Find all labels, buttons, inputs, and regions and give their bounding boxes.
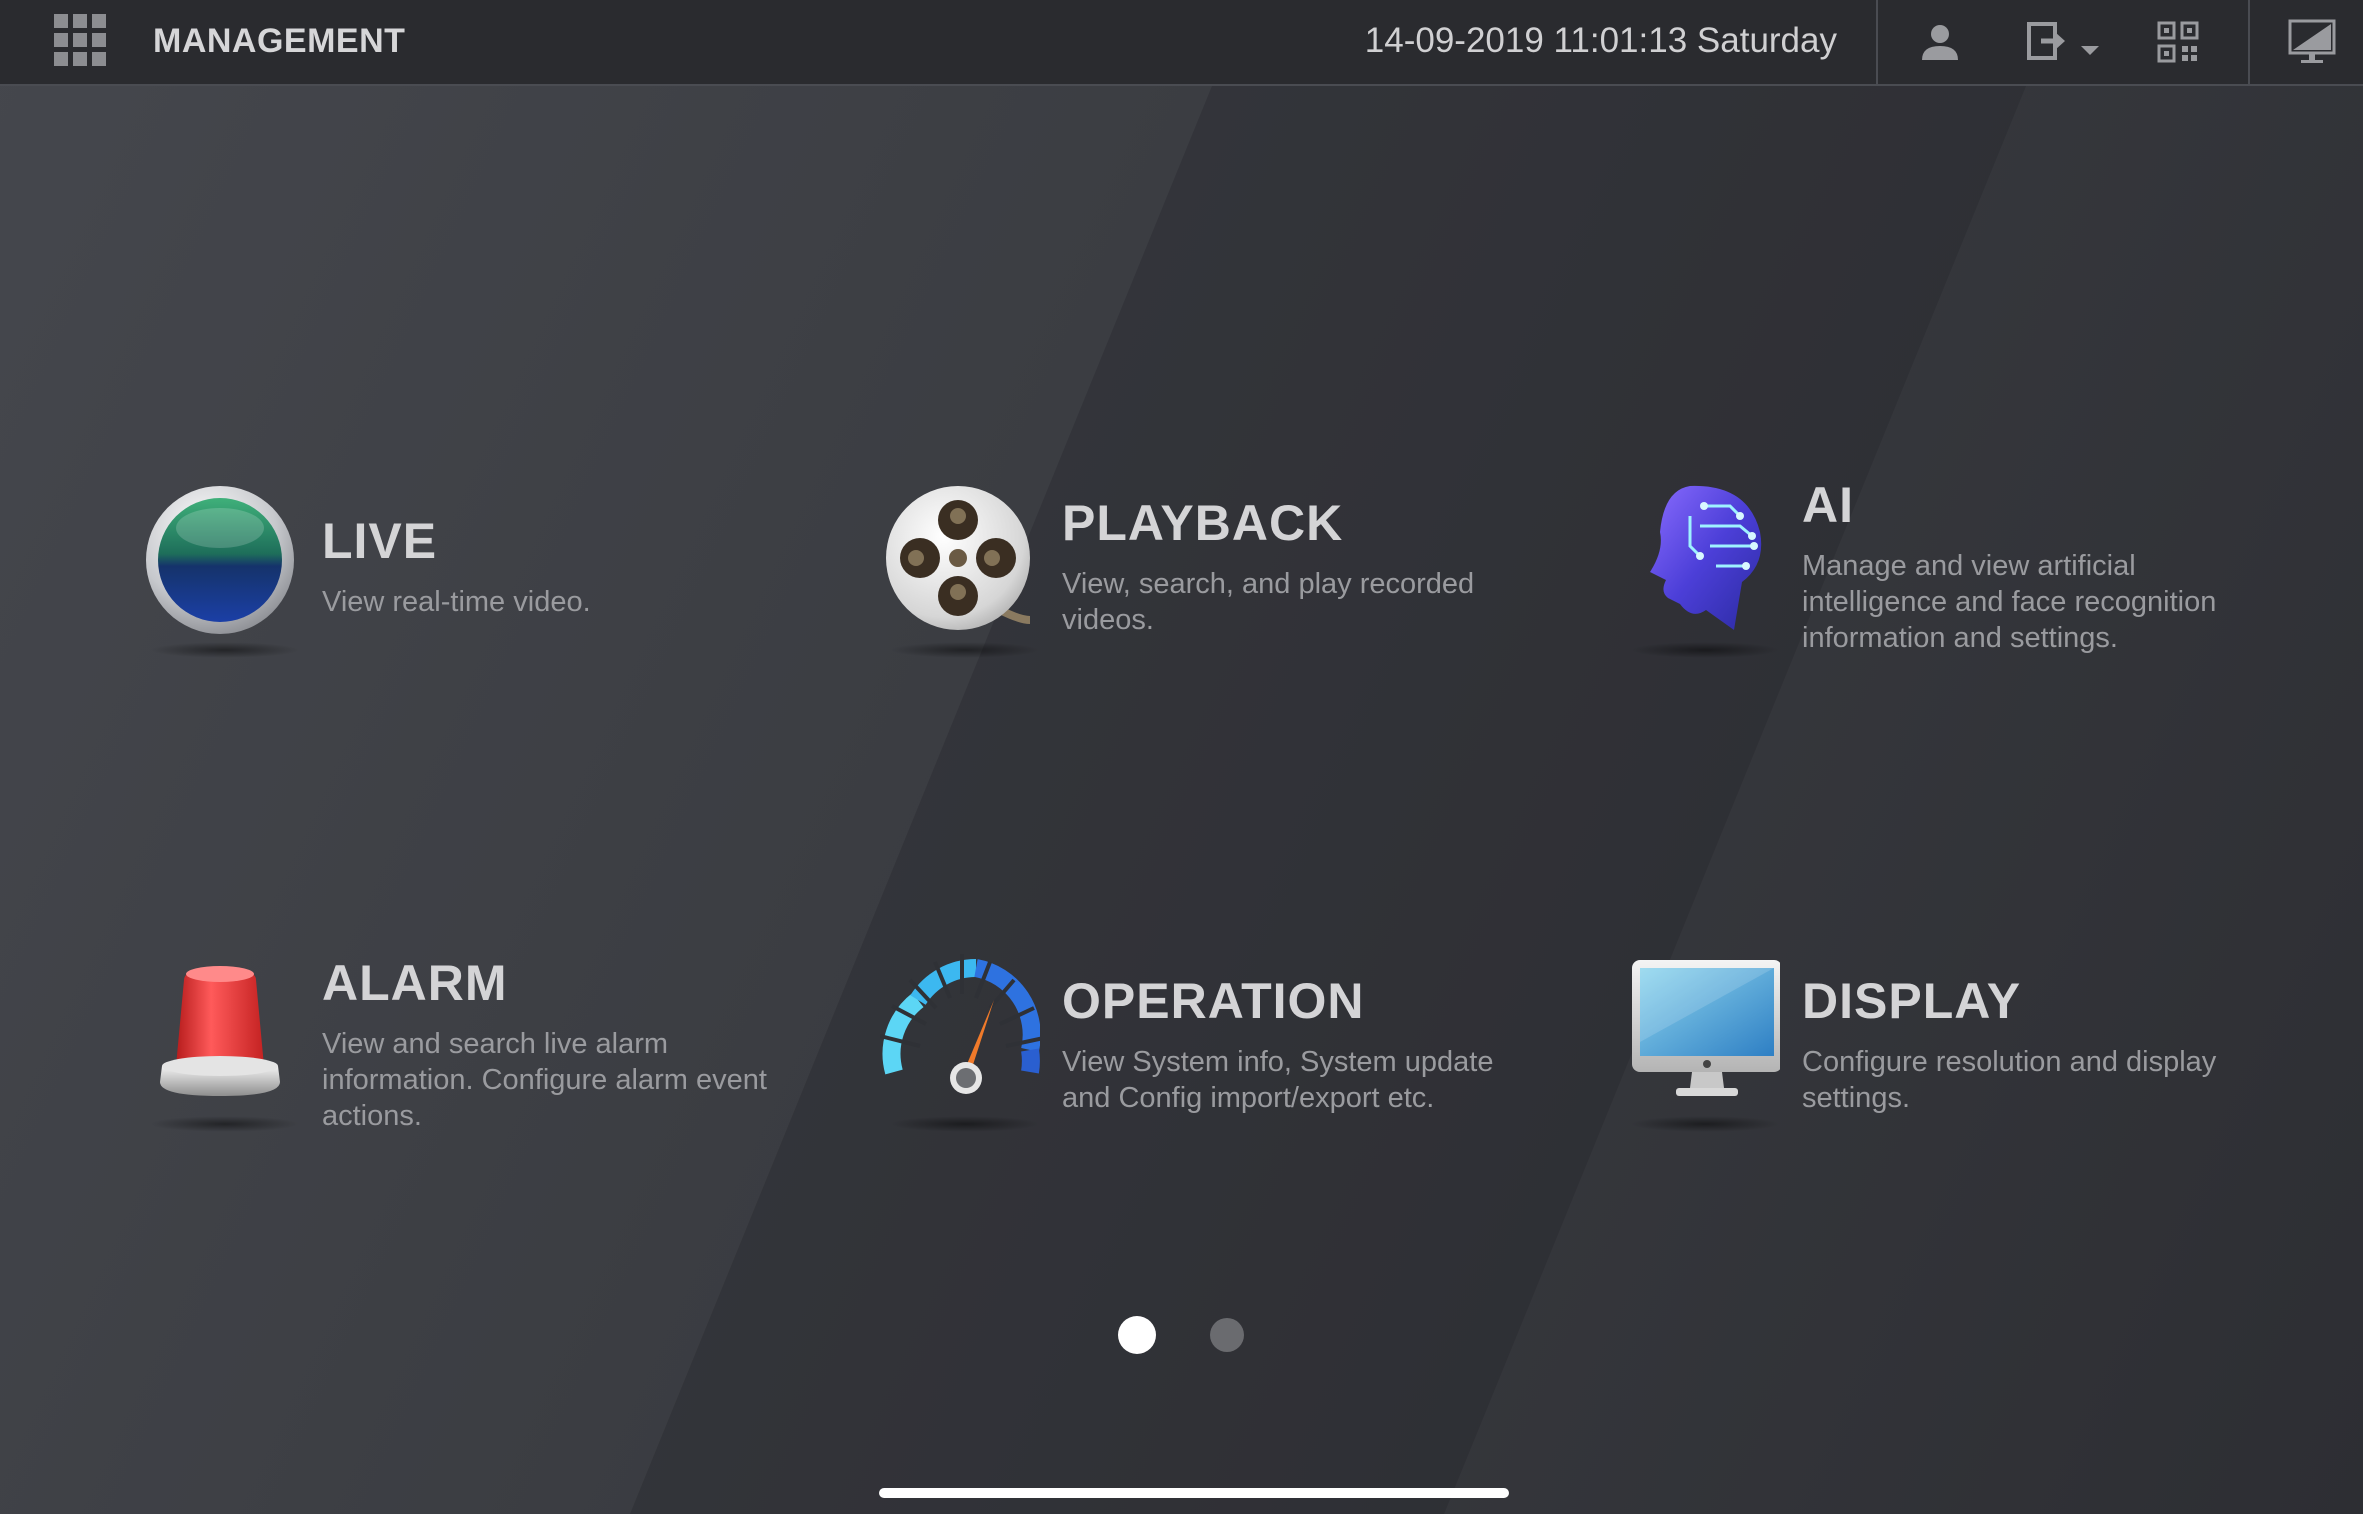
tile-title: LIVE	[322, 513, 438, 569]
alarm-tile[interactable]: ALARM View and search live alarm informa…	[140, 954, 820, 1174]
tile-title: ALARM	[322, 955, 508, 1011]
ai-tile[interactable]: AI Manage and view artificial intelligen…	[1620, 477, 2300, 700]
datetime-display: 14-09-2019 11:01:13 Saturday	[1364, 21, 1837, 60]
page-dot-2[interactable]	[1210, 1318, 1244, 1352]
alarm-siren-icon	[140, 954, 300, 1132]
playback-tile[interactable]: PLAYBACK View, search, and play recorded…	[880, 480, 1560, 700]
page-title: MANAGEMENT	[153, 22, 406, 60]
toolbar-divider	[2248, 0, 2250, 84]
gauge-icon	[879, 954, 1045, 1132]
user-icon[interactable]	[1912, 14, 1968, 70]
tile-title: DISPLAY	[1802, 973, 2022, 1029]
live-globe-icon	[140, 480, 300, 658]
film-reel-icon	[880, 480, 1040, 658]
tile-title: AI	[1802, 477, 1854, 533]
page-dot-1[interactable]	[1118, 1316, 1156, 1354]
live-tile[interactable]: LIVE View real-time video.	[140, 480, 820, 700]
tile-description: Manage and view artificial intelligence …	[1802, 550, 2217, 654]
main-menu-grid-icon[interactable]	[54, 14, 106, 66]
logout-icon[interactable]	[2018, 14, 2108, 70]
top-bar: MANAGEMENT 14-09-2019 11:01:13 Saturday	[0, 0, 2363, 86]
tile-description: Configure resolution and display setting…	[1802, 1046, 2217, 1114]
screen-icon[interactable]	[2284, 14, 2340, 70]
toolbar-divider	[1876, 0, 1878, 84]
ai-head-icon	[1620, 480, 1780, 658]
tile-description: View System info, System update and Conf…	[1062, 1046, 1494, 1114]
qr-code-icon[interactable]	[2150, 14, 2206, 70]
display-tile[interactable]: DISPLAY Configure resolution and display…	[1620, 954, 2300, 1174]
page-indicator	[1118, 1316, 1250, 1356]
tile-title: PLAYBACK	[1062, 495, 1344, 551]
tile-title: OPERATION	[1062, 973, 1365, 1029]
home-indicator[interactable]	[879, 1488, 1509, 1498]
chevron-down-icon	[2081, 46, 2099, 55]
tile-description: View, search, and play recorded videos.	[1062, 568, 1475, 636]
tile-description: View and search live alarm information. …	[322, 1028, 767, 1132]
operation-tile[interactable]: OPERATION View System info, System updat…	[879, 954, 1560, 1174]
background-stripe	[630, 86, 2026, 1514]
tile-description: View real-time video.	[322, 586, 591, 618]
monitor-icon	[1620, 954, 1782, 1132]
